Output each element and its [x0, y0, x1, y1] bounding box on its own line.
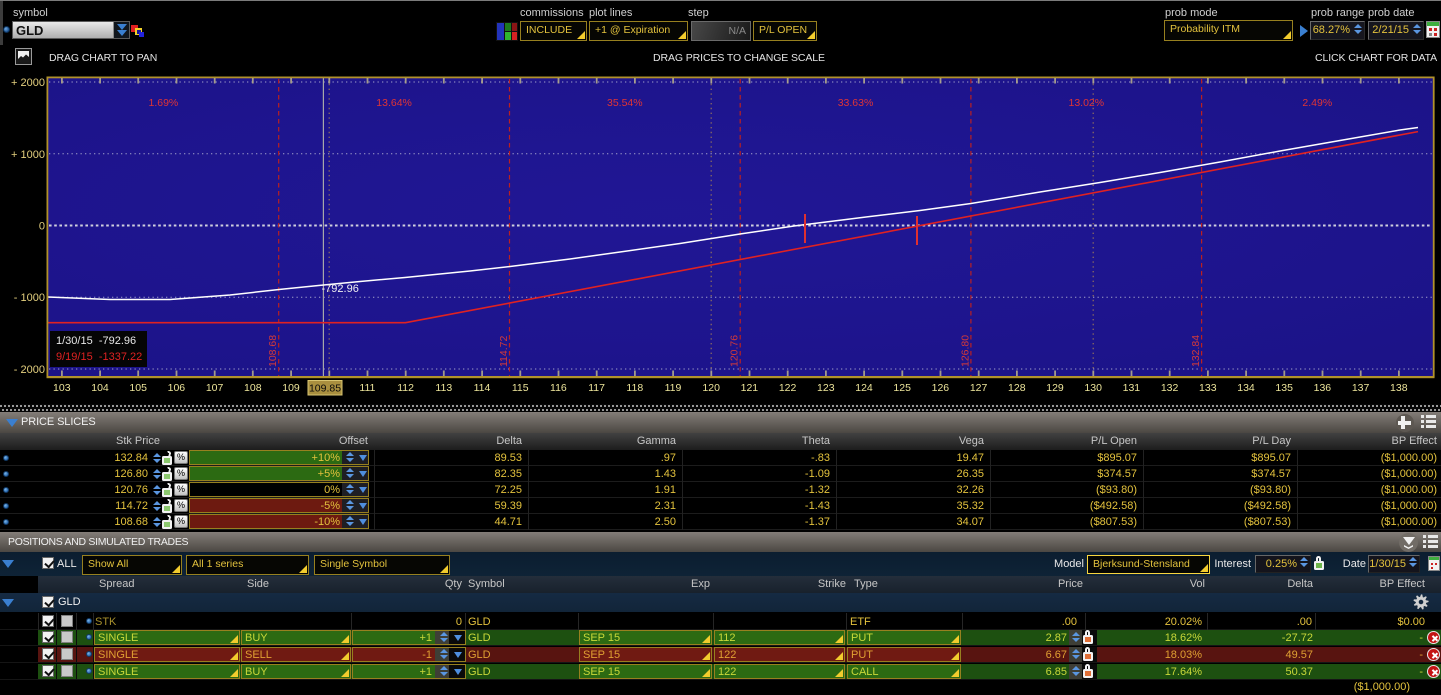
svg-text:128: 128	[1008, 382, 1026, 394]
svg-text:125: 125	[893, 382, 911, 394]
svg-text:114: 114	[474, 382, 491, 394]
svg-text:33.63%: 33.63%	[838, 97, 874, 109]
svg-text:116: 116	[550, 382, 567, 394]
svg-text:109.85: 109.85	[309, 383, 341, 395]
svg-text:124: 124	[855, 382, 873, 394]
svg-text:123: 123	[817, 382, 835, 394]
svg-text:114.72: 114.72	[498, 336, 510, 367]
svg-text:131: 131	[1123, 382, 1141, 394]
svg-text:129: 129	[1046, 382, 1064, 394]
svg-text:2.49%: 2.49%	[1302, 97, 1332, 109]
svg-text:117: 117	[588, 382, 605, 394]
svg-text:111: 111	[359, 382, 375, 394]
svg-text:138: 138	[1390, 382, 1408, 394]
svg-text:115: 115	[512, 382, 529, 394]
svg-text:108.68: 108.68	[267, 335, 279, 367]
svg-text:- 1000: - 1000	[14, 292, 45, 304]
svg-text:35.54%: 35.54%	[607, 97, 643, 109]
svg-text:108: 108	[244, 382, 262, 394]
svg-text:- 2000: - 2000	[14, 364, 45, 376]
svg-text:134: 134	[1237, 382, 1255, 394]
svg-text:1/30/15 -792.96: 1/30/15 -792.96	[56, 335, 136, 347]
svg-text:113: 113	[435, 382, 452, 394]
svg-text:13.02%: 13.02%	[1068, 97, 1104, 109]
svg-text:120: 120	[702, 382, 720, 394]
svg-text:105: 105	[129, 382, 147, 394]
svg-text:127: 127	[970, 382, 988, 394]
svg-text:0: 0	[39, 221, 45, 233]
svg-text:107: 107	[206, 382, 224, 394]
svg-text:137: 137	[1352, 382, 1370, 394]
svg-text:118: 118	[626, 382, 643, 394]
svg-text:9/19/15 -1337.22: 9/19/15 -1337.22	[56, 351, 142, 363]
svg-text:126: 126	[932, 382, 950, 394]
svg-text:109: 109	[282, 382, 300, 394]
svg-text:104: 104	[91, 382, 109, 394]
svg-text:103: 103	[53, 382, 71, 394]
svg-text:119: 119	[665, 382, 682, 394]
svg-text:122: 122	[779, 382, 797, 394]
svg-text:+ 1000: + 1000	[11, 149, 45, 161]
svg-text:106: 106	[168, 382, 186, 394]
svg-text:126.80: 126.80	[959, 335, 971, 367]
svg-text:-792.96: -792.96	[322, 283, 359, 295]
svg-text:133: 133	[1199, 382, 1217, 394]
svg-text:130: 130	[1084, 382, 1102, 394]
svg-text:132.84: 132.84	[1190, 335, 1202, 367]
svg-text:1.69%: 1.69%	[149, 97, 179, 109]
svg-text:136: 136	[1314, 382, 1332, 394]
svg-text:112: 112	[397, 382, 414, 394]
svg-text:+ 2000: + 2000	[11, 77, 45, 89]
svg-text:13.64%: 13.64%	[376, 97, 412, 109]
svg-text:121: 121	[741, 382, 759, 394]
svg-text:135: 135	[1275, 382, 1293, 394]
svg-text:132: 132	[1161, 382, 1179, 394]
svg-text:120.76: 120.76	[729, 335, 741, 367]
